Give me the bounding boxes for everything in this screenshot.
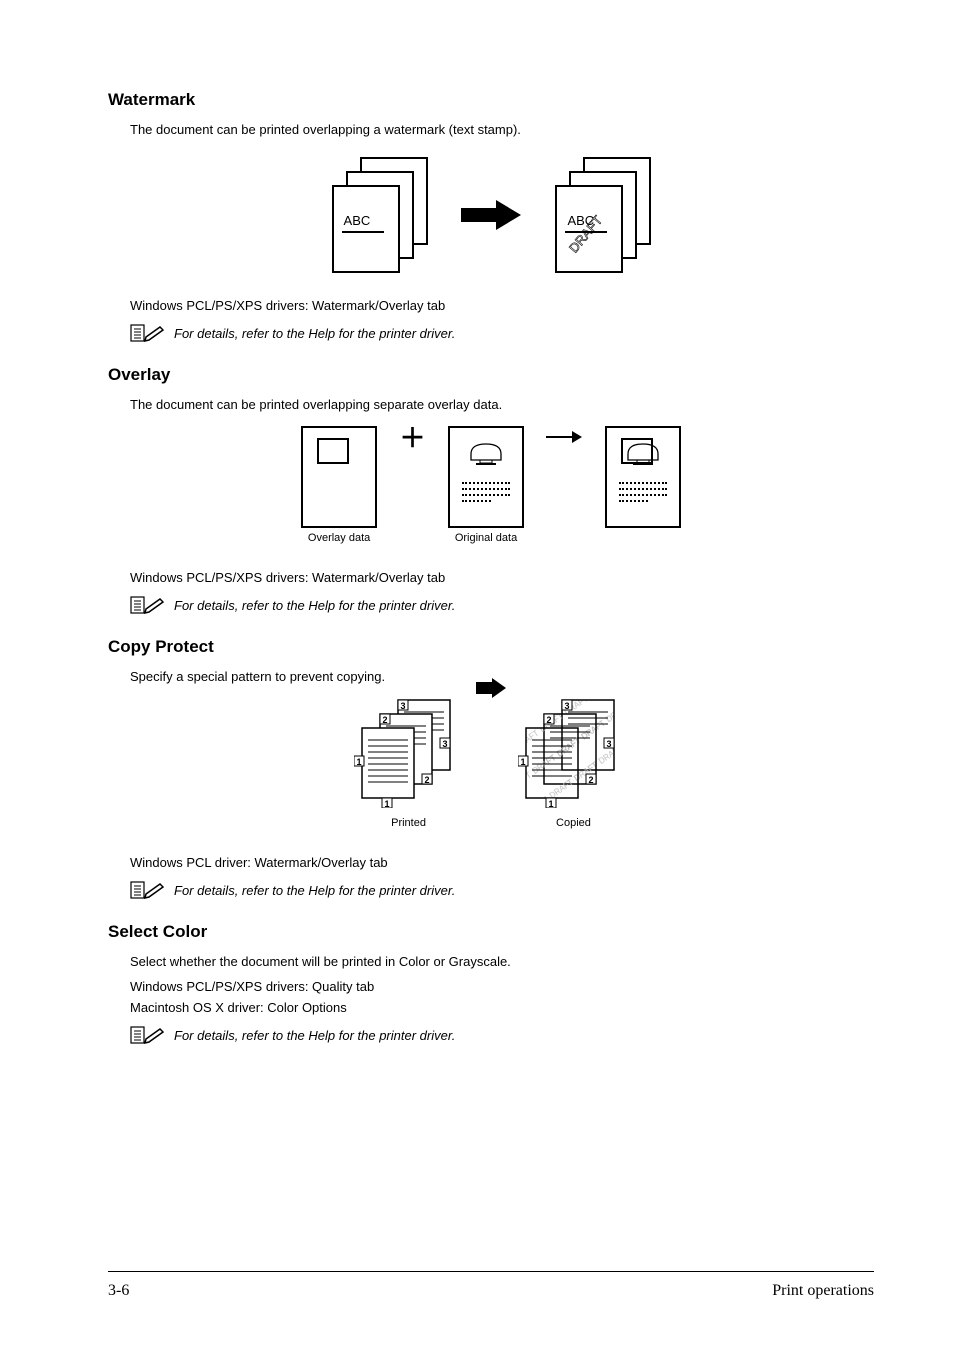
heading-select-color: Select Color	[108, 922, 874, 942]
svg-text:3: 3	[565, 701, 570, 711]
monitor-icon	[468, 440, 504, 468]
arrow-icon	[461, 200, 521, 230]
note-icon	[130, 1025, 164, 1045]
heading-watermark: Watermark	[108, 90, 874, 110]
note-icon	[130, 323, 164, 343]
svg-text:1: 1	[356, 757, 361, 767]
svg-text:2: 2	[547, 715, 552, 725]
svg-text:1: 1	[549, 799, 554, 808]
svg-text:2: 2	[382, 715, 387, 725]
select-color-driver1: Windows PCL/PS/XPS drivers: Quality tab	[108, 979, 874, 994]
copied-pages: DRAFT 3 3 2 2 1 1	[518, 698, 628, 808]
overlay-caption: Original data	[440, 532, 532, 544]
overlay-result-box	[605, 426, 681, 528]
overlay-driver: Windows PCL/PS/XPS drivers: Watermark/Ov…	[108, 570, 874, 585]
printed-pages: 3 3 2 2 1 1	[354, 698, 464, 808]
watermark-source-stack: HI EF ABC	[332, 157, 427, 272]
watermark-desc: The document can be printed overlapping …	[108, 122, 874, 137]
heading-copy-protect: Copy Protect	[108, 637, 874, 657]
copy-protect-note: For details, refer to the Help for the p…	[174, 883, 455, 898]
overlay-data-box	[301, 426, 377, 528]
wm-page-text: ABC	[344, 213, 371, 228]
overlay-caption: Overlay data	[293, 532, 385, 544]
select-color-driver2: Macintosh OS X driver: Color Options	[108, 1000, 874, 1015]
svg-text:2: 2	[589, 775, 594, 785]
page-title: Print operations	[772, 1282, 874, 1300]
page-number: 3-6	[108, 1282, 129, 1300]
svg-text:1: 1	[521, 757, 526, 767]
draft-stamp: DRAFT	[566, 213, 605, 256]
copy-protect-caption: Printed	[354, 817, 464, 829]
watermark-result-stack: HI DRAFT EF DRAFT ABC DRAFT	[555, 157, 650, 272]
overlay-note: For details, refer to the Help for the p…	[174, 598, 455, 613]
plus-icon: ＋	[400, 418, 426, 455]
original-data-box	[448, 426, 524, 528]
copy-protect-caption: Copied	[518, 817, 628, 829]
footer-rule	[108, 1271, 874, 1272]
overlay-figure: Overlay data ＋ Original data	[108, 426, 874, 544]
monitor-icon	[625, 440, 661, 468]
select-color-desc: Select whether the document will be prin…	[108, 954, 874, 969]
select-color-note: For details, refer to the Help for the p…	[174, 1028, 455, 1043]
svg-text:1: 1	[384, 799, 389, 808]
arrow-icon	[476, 678, 506, 698]
copy-protect-figure: 3 3 2 2 1 1 Printed DRAFT	[108, 698, 874, 829]
watermark-figure: HI EF ABC HI DRAFT EF DRAFT ABC DRAFT	[108, 157, 874, 272]
copy-protect-driver: Windows PCL driver: Watermark/Overlay ta…	[108, 855, 874, 870]
watermark-driver: Windows PCL/PS/XPS drivers: Watermark/Ov…	[108, 298, 874, 313]
overlay-desc: The document can be printed overlapping …	[108, 397, 874, 412]
svg-text:2: 2	[424, 775, 429, 785]
arrow-icon	[546, 429, 582, 445]
svg-text:3: 3	[400, 701, 405, 711]
note-icon	[130, 595, 164, 615]
heading-overlay: Overlay	[108, 365, 874, 385]
watermark-note: For details, refer to the Help for the p…	[174, 326, 455, 341]
svg-text:3: 3	[442, 739, 447, 749]
note-icon	[130, 880, 164, 900]
svg-text:3: 3	[607, 739, 612, 749]
